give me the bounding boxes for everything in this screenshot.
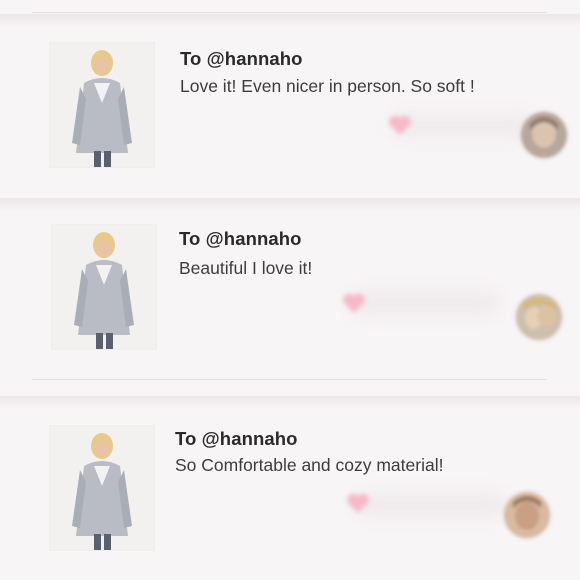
- heart-icon[interactable]: [342, 292, 366, 314]
- avatar-face-icon: [516, 294, 562, 340]
- comment-meta-blurred: [356, 492, 506, 518]
- commenter-avatar[interactable]: [521, 112, 567, 158]
- recipient-label: To @hannaho: [179, 228, 302, 249]
- recipient-label: To @hannaho: [180, 48, 303, 69]
- comment-card[interactable]: To @hannaho Love it! Even nicer in perso…: [0, 14, 580, 190]
- product-thumbnail[interactable]: [50, 43, 154, 167]
- commenter-avatar[interactable]: [504, 492, 550, 538]
- comment-text: Beautiful I love it!: [179, 258, 313, 278]
- top-divider: [32, 12, 546, 13]
- middle-divider: [32, 379, 546, 380]
- cardigan-photo-icon: [50, 426, 154, 550]
- comment-card[interactable]: To @hannaho So Comfortable and cozy mate…: [0, 396, 580, 580]
- heart-icon[interactable]: [388, 114, 412, 136]
- comment-meta-blurred: [350, 290, 500, 316]
- comment-meta-blurred: [392, 112, 532, 138]
- cardigan-photo-icon: [52, 225, 156, 349]
- heart-icon[interactable]: [346, 492, 370, 514]
- comment-text: So Comfortable and cozy material!: [175, 455, 444, 475]
- comment-card[interactable]: To @hannaho Beautiful I love it!: [0, 198, 580, 376]
- avatar-face-icon: [504, 492, 550, 538]
- comment-text: Love it! Even nicer in person. So soft !: [180, 76, 475, 96]
- recipient-label: To @hannaho: [175, 428, 298, 449]
- commenter-avatar[interactable]: [516, 294, 562, 340]
- avatar-face-icon: [521, 112, 567, 158]
- cardigan-photo-icon: [50, 43, 154, 167]
- product-thumbnail[interactable]: [52, 225, 156, 349]
- product-thumbnail[interactable]: [50, 426, 154, 550]
